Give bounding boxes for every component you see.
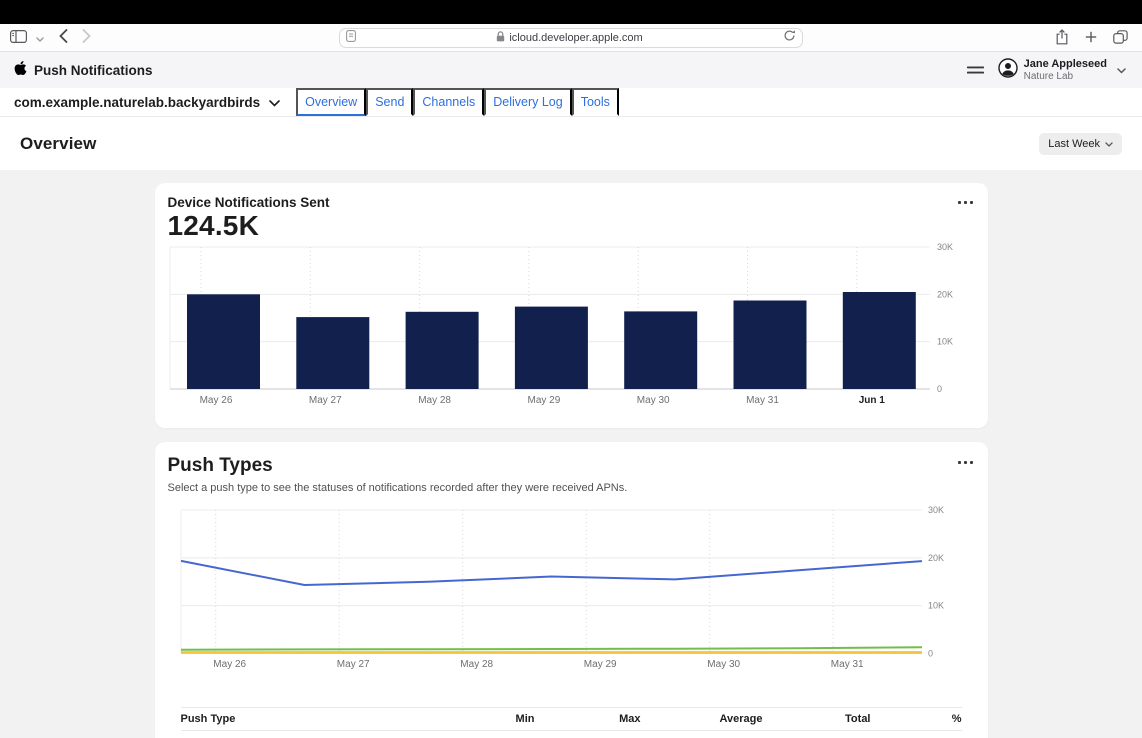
chevron-right-icon	[82, 29, 91, 46]
col-max: Max	[535, 713, 641, 725]
col-percent: %	[871, 713, 962, 725]
avatar-icon	[998, 58, 1018, 83]
tab-overview[interactable]: Overview	[296, 88, 366, 116]
app-nav: com.example.naturelab.backyardbirds Over…	[0, 88, 1142, 117]
more-options-button[interactable]	[956, 455, 975, 470]
svg-text:10K: 10K	[937, 337, 953, 347]
tab-send[interactable]: Send	[366, 88, 413, 116]
app-title: Push Notifications	[34, 63, 153, 78]
apple-logo-icon	[14, 60, 27, 81]
card-title: Device Notifications Sent	[168, 195, 330, 210]
screen: icloud.developer.apple.com	[0, 0, 1142, 738]
svg-text:May 31: May 31	[830, 659, 863, 670]
page-head: Overview Last Week	[0, 117, 1142, 170]
push-types-card: Push Types Select a push type to see the…	[155, 442, 988, 738]
brand: Push Notifications	[14, 60, 153, 81]
svg-text:May 29: May 29	[583, 659, 616, 670]
app-id-selector[interactable]: com.example.naturelab.backyardbirds	[14, 88, 280, 116]
card-title: Push Types	[168, 455, 273, 477]
device-notifications-bar-chart: 0 10K 20K 30K May 26 May 27 May 28 May 29 May 30…	[168, 242, 975, 415]
app-id-text: com.example.naturelab.backyardbirds	[14, 95, 260, 110]
browser-toolbar: icloud.developer.apple.com	[0, 24, 1142, 52]
col-min: Min	[435, 713, 535, 725]
svg-text:May 26: May 26	[199, 395, 232, 406]
table-header: Push Type Min Max Average Total %	[181, 707, 962, 731]
svg-text:20K: 20K	[928, 553, 944, 563]
forward-button[interactable]	[82, 29, 91, 46]
svg-text:0: 0	[928, 649, 933, 659]
chevron-down-icon	[36, 30, 44, 45]
content: Device Notifications Sent 124.5K 0 10K 20K…	[0, 170, 1142, 738]
reload-icon[interactable]	[783, 29, 796, 47]
col-total: Total	[763, 713, 871, 725]
col-average: Average	[641, 713, 763, 725]
svg-text:May 28: May 28	[418, 395, 451, 406]
svg-text:30K: 30K	[928, 505, 944, 515]
push-types-line-chart: 0 10K 20K 30K May 26 May 27 May 28 May 29 May 30…	[168, 504, 975, 681]
chevron-down-icon	[1117, 61, 1126, 79]
chevron-left-icon	[59, 29, 68, 46]
svg-text:20K: 20K	[937, 289, 953, 299]
chevron-down-icon	[269, 95, 280, 110]
url-text: icloud.developer.apple.com	[509, 32, 642, 44]
push-types-table: Push Type Min Max Average Total % Alert …	[181, 707, 962, 738]
svg-text:Jun 1: Jun 1	[858, 395, 885, 406]
menu-icon	[967, 63, 984, 78]
user-org: Nature Lab	[1024, 71, 1107, 83]
lock-icon	[496, 29, 505, 47]
app-header: Push Notifications Jane Appleseed Nature…	[0, 52, 1142, 88]
col-push-type: Push Type	[181, 713, 435, 725]
user-name: Jane Appleseed	[1024, 58, 1107, 71]
svg-text:May 28: May 28	[460, 659, 493, 670]
share-icon	[1055, 29, 1069, 48]
sidebar-chevron-button[interactable]	[36, 30, 44, 45]
chevron-down-icon	[1105, 138, 1113, 150]
tabs-icon	[1113, 30, 1128, 47]
date-range-label: Last Week	[1048, 138, 1100, 150]
svg-text:May 29: May 29	[527, 395, 560, 406]
quick-menu-button[interactable]	[967, 63, 984, 78]
more-options-button[interactable]	[956, 195, 975, 210]
share-button[interactable]	[1055, 29, 1069, 48]
svg-text:May 31: May 31	[746, 395, 779, 406]
tab-bar: Overview Send Channels Delivery Log Tool…	[296, 88, 619, 116]
new-tab-button[interactable]	[1085, 31, 1097, 46]
svg-text:0: 0	[937, 384, 942, 394]
device-notifications-card: Device Notifications Sent 124.5K 0 10K 20K…	[155, 183, 988, 428]
svg-text:May 26: May 26	[213, 659, 246, 670]
tab-channels[interactable]: Channels	[413, 88, 484, 116]
sidebar-icon	[10, 30, 27, 46]
svg-text:May 30: May 30	[636, 395, 669, 406]
svg-text:May 27: May 27	[308, 395, 341, 406]
mac-menubar	[0, 0, 1142, 24]
svg-text:30K: 30K	[937, 242, 953, 252]
plus-icon	[1085, 31, 1097, 46]
tab-delivery-log[interactable]: Delivery Log	[484, 88, 571, 116]
account-menu[interactable]: Jane Appleseed Nature Lab	[998, 58, 1126, 83]
back-button[interactable]	[59, 29, 68, 46]
tab-tools[interactable]: Tools	[572, 88, 619, 116]
page-settings-icon[interactable]	[346, 29, 356, 47]
date-range-button[interactable]: Last Week	[1039, 133, 1122, 155]
svg-text:10K: 10K	[928, 601, 944, 611]
svg-text:May 27: May 27	[336, 659, 369, 670]
page-title: Overview	[20, 134, 96, 154]
svg-text:May 30: May 30	[707, 659, 740, 670]
total-sent-value: 124.5K	[168, 210, 975, 242]
table-row: Alert & Background 14.33K 19.36K 16.72K …	[181, 731, 962, 738]
card-subtitle: Select a push type to see the statuses o…	[168, 482, 975, 494]
sidebar-toggle-button[interactable]	[10, 30, 27, 46]
address-bar[interactable]: icloud.developer.apple.com	[339, 28, 803, 48]
tab-overview-button[interactable]	[1113, 30, 1128, 47]
